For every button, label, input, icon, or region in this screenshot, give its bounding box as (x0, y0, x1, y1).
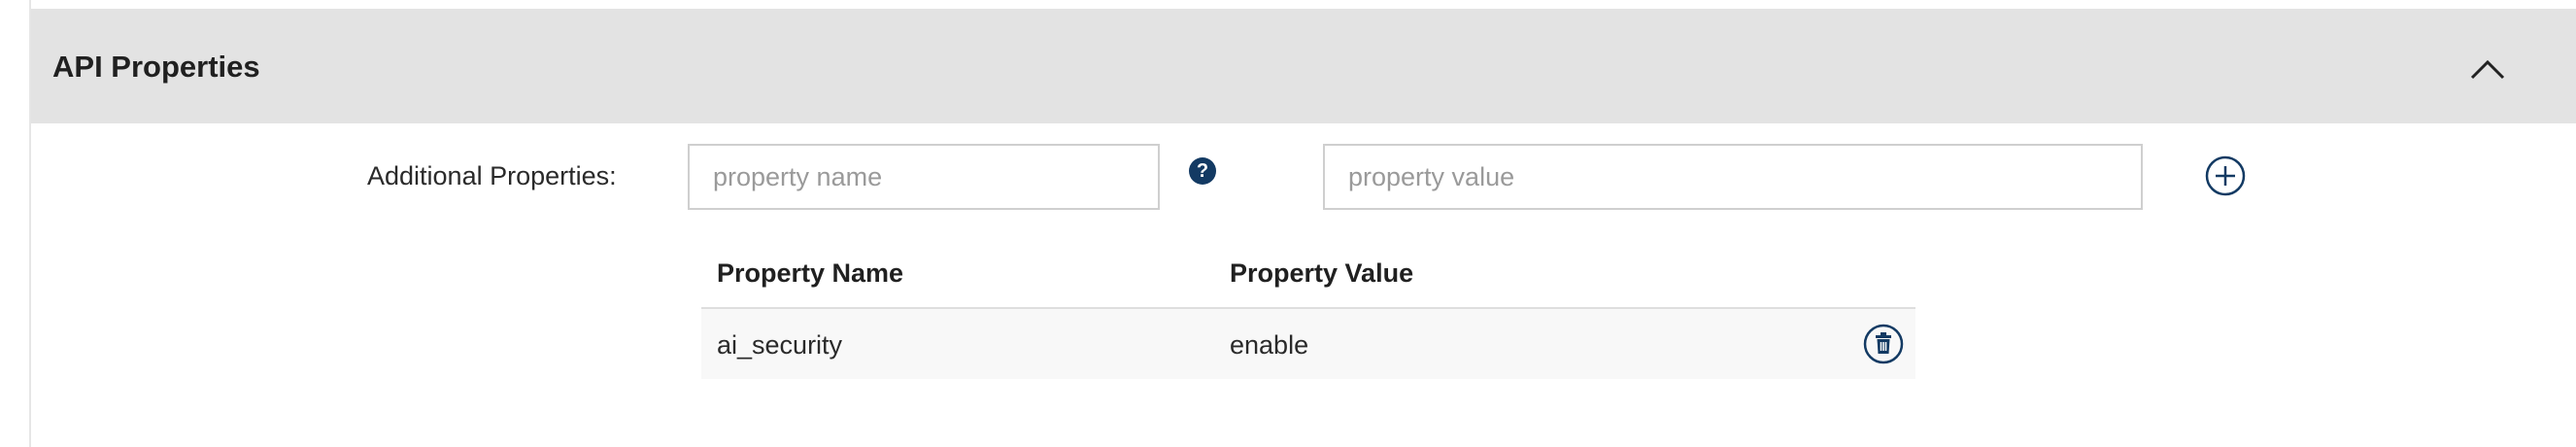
collapse-button[interactable] (2461, 48, 2514, 90)
property-value-input[interactable] (1323, 144, 2143, 210)
add-property-button[interactable] (2205, 155, 2246, 196)
panel-header[interactable]: API Properties (31, 9, 2576, 123)
trash-icon (1863, 324, 1904, 364)
property-name-cell: ai_security (717, 330, 843, 360)
additional-properties-label: Additional Properties: (367, 161, 617, 190)
plus-circle-icon (2205, 155, 2246, 196)
property-name-input[interactable] (688, 144, 1160, 210)
delete-property-button[interactable] (1863, 324, 1904, 364)
column-header-property-value: Property Value (1230, 258, 1414, 288)
chevron-up-icon (2470, 59, 2505, 80)
panel-title: API Properties (52, 50, 260, 84)
question-circle-icon[interactable]: ? (1189, 157, 1216, 185)
column-header-property-name: Property Name (717, 258, 904, 288)
api-properties-panel: API Properties Additional Properties: ? … (29, 0, 2576, 447)
property-value-cell: enable (1230, 330, 1309, 360)
table-row: ai_security enable (701, 309, 1915, 379)
